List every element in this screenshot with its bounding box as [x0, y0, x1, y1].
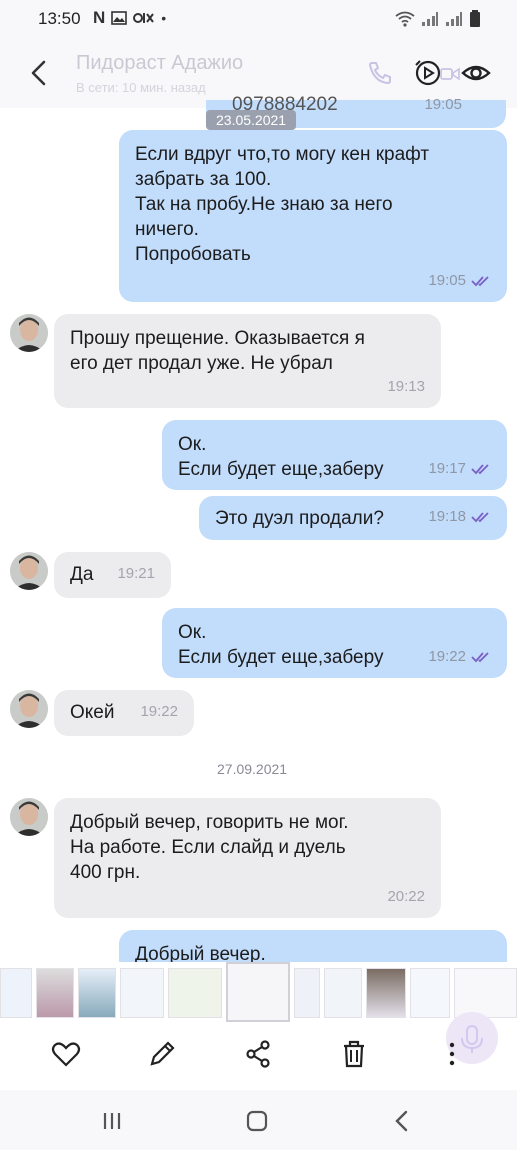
status-time: 13:50 — [38, 9, 81, 28]
notification-icons: N • — [93, 8, 166, 28]
date-separator: 27.09.2021 — [217, 761, 288, 777]
message-meta: 20:22 — [387, 884, 425, 909]
message-text: Если вдруг что,то могу кен крафт забрать… — [135, 144, 430, 265]
message-text: Прошу прещение. Оказывается я его дет пр… — [70, 328, 365, 374]
avatar[interactable] — [10, 552, 48, 590]
double-check-icon — [471, 651, 489, 662]
gallery-thumbnail[interactable] — [78, 968, 116, 1018]
contact-name[interactable]: Пидораст Адажио — [76, 52, 243, 75]
message-meta: 19:18 — [428, 504, 491, 529]
edit-icon[interactable] — [146, 1038, 178, 1070]
message-outgoing[interactable]: Ок. Если будет еще,заберу 19:17 — [162, 420, 507, 490]
gallery-thumbnail[interactable] — [0, 968, 32, 1018]
message-meta: 19:21 — [117, 561, 155, 586]
phone-icon[interactable] — [364, 57, 396, 89]
status-bar: 13:50 N • — [0, 0, 517, 38]
gallery-thumbnail[interactable] — [120, 968, 164, 1018]
heart-icon[interactable] — [50, 1038, 82, 1070]
message-time: 19:18 — [428, 508, 466, 525]
signal-icon — [446, 12, 462, 26]
gallery-thumbnail-selected[interactable] — [226, 962, 290, 1022]
share-icon[interactable] — [242, 1038, 274, 1070]
floating-date-chip: 23.05.2021 — [206, 110, 297, 130]
double-check-icon — [471, 275, 489, 286]
system-icons — [395, 10, 481, 28]
battery-icon — [470, 10, 480, 27]
message-time: 19:05 — [428, 272, 466, 289]
message-outgoing[interactable]: Если вдруг что,то могу кен крафт забрать… — [119, 130, 507, 302]
message-time: 19:21 — [117, 565, 155, 582]
message-meta: 19:17 — [428, 456, 491, 481]
message-outgoing[interactable]: Ок. Если будет еще,заберу 19:22 — [162, 608, 507, 678]
message-time: 19:22 — [140, 703, 178, 720]
message-incoming[interactable]: Добрый вечер, говорить не мог. На работе… — [54, 798, 441, 918]
avatar[interactable] — [10, 798, 48, 836]
double-check-icon — [471, 463, 489, 474]
message-text: Добрый вечер, говорить не мог. На работе… — [70, 812, 349, 883]
gallery-thumbnail[interactable] — [168, 968, 222, 1018]
eye-icon[interactable] — [460, 57, 492, 89]
message-incoming[interactable]: Да 19:21 — [54, 552, 171, 598]
gallery-thumbnail[interactable] — [454, 968, 517, 1018]
contact-status: В сети: 10 мин. назад — [76, 80, 206, 95]
message-time: 19:22 — [428, 648, 466, 665]
back-icon[interactable] — [387, 1106, 417, 1136]
message-incoming[interactable]: Окей 19:22 — [54, 690, 194, 736]
gallery-thumbnail[interactable] — [294, 968, 320, 1018]
message-meta: 19:22 — [428, 644, 491, 669]
avatar[interactable] — [10, 314, 48, 352]
more-icon[interactable] — [436, 1038, 468, 1070]
image-viewer-toolbar — [0, 1024, 517, 1084]
message-time: 19:17 — [428, 460, 466, 477]
gallery-thumbnail[interactable] — [410, 968, 450, 1018]
double-check-icon — [471, 511, 489, 522]
system-nav-bar — [0, 1090, 517, 1150]
wifi-icon — [395, 11, 415, 27]
message-outgoing[interactable]: Это дуэл продали? 19:18 — [199, 496, 507, 540]
gallery-thumbnail-strip[interactable] — [0, 962, 517, 1024]
olx-icon — [133, 13, 155, 23]
message-time: 20:22 — [387, 888, 425, 905]
message-meta: 19:05 — [428, 268, 491, 293]
signal-icon — [422, 12, 438, 26]
gallery-thumbnail[interactable] — [366, 968, 406, 1018]
message-meta: 19:13 — [387, 374, 425, 399]
avatar[interactable] — [10, 690, 48, 728]
video-icon[interactable] — [440, 66, 460, 82]
message-time: 19:13 — [387, 378, 425, 395]
recent-apps-icon[interactable] — [97, 1106, 127, 1136]
message-meta: 19:22 — [140, 699, 178, 724]
home-icon[interactable] — [242, 1106, 272, 1136]
gallery-thumbnail[interactable] — [36, 968, 74, 1018]
dot-icon: • — [161, 10, 167, 26]
message-incoming[interactable]: Прошу прещение. Оказывается я его дет пр… — [54, 314, 441, 408]
image-icon — [111, 11, 128, 25]
partial-message-time: 19:05 — [424, 96, 462, 113]
gallery-thumbnail[interactable] — [324, 968, 362, 1018]
delete-icon[interactable] — [338, 1038, 370, 1070]
back-arrow-icon[interactable] — [22, 56, 56, 90]
n-icon: N — [93, 8, 106, 27]
